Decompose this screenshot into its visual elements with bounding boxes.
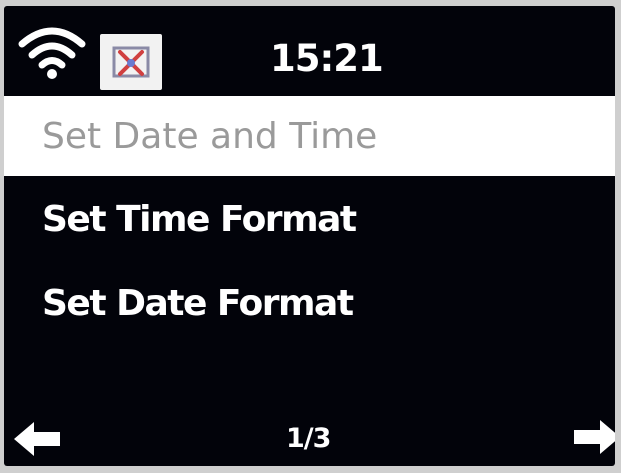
menu-item-label: Set Time Format xyxy=(42,198,357,240)
device-screen: 15:21 Set Date and Time Set Time Format … xyxy=(4,6,615,466)
menu-item-label: Set Date Format xyxy=(42,282,354,324)
no-network-icon xyxy=(100,34,162,90)
menu-item-set-date-and-time[interactable]: Set Date and Time xyxy=(4,96,615,176)
menu-item-set-time-format[interactable]: Set Time Format xyxy=(4,178,615,260)
menu-item-label: Set Date and Time xyxy=(42,115,378,157)
settings-menu: Set Date and Time Set Time Format Set Da… xyxy=(4,96,615,346)
footer-navigation: 1/3 xyxy=(4,410,615,466)
device-bezel: 15:21 Set Date and Time Set Time Format … xyxy=(0,0,621,473)
page-indicator: 1/3 xyxy=(286,423,331,454)
clock-time: 15:21 xyxy=(270,37,384,80)
status-bar: 15:21 xyxy=(4,6,615,92)
wifi-icon xyxy=(18,27,86,79)
arrow-right-icon[interactable] xyxy=(574,420,615,454)
arrow-left-icon[interactable] xyxy=(14,422,60,456)
menu-item-set-date-format[interactable]: Set Date Format xyxy=(4,260,615,346)
